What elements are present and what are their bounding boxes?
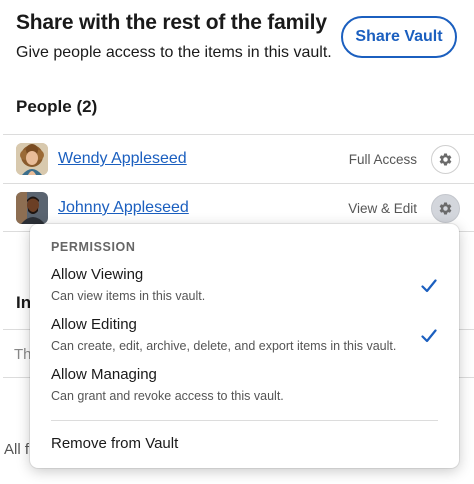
person-settings-button[interactable] bbox=[431, 145, 460, 174]
menu-item-allow-managing[interactable]: Allow Managing Can grant and revoke acce… bbox=[30, 366, 459, 416]
page-subtitle: Give people access to the items in this … bbox=[16, 44, 332, 61]
menu-divider bbox=[51, 420, 438, 421]
person-name-link[interactable]: Wendy Appleseed bbox=[58, 150, 187, 168]
option-description: Can grant and revoke access to this vaul… bbox=[51, 389, 284, 403]
access-level-label: Full Access bbox=[348, 152, 417, 167]
menu-section-header: PERMISSION bbox=[51, 240, 136, 254]
avatar-wendy-image bbox=[16, 143, 48, 175]
avatar-johnny-image bbox=[16, 192, 48, 224]
page-title: Share with the rest of the family bbox=[16, 11, 327, 34]
people-list: Wendy Appleseed Full Access Johnny Apple… bbox=[3, 134, 474, 232]
menu-item-allow-viewing[interactable]: Allow Viewing Can view items in this vau… bbox=[30, 266, 459, 316]
option-title: Allow Editing bbox=[51, 316, 137, 333]
background-footer-text: All f bbox=[4, 441, 30, 458]
person-settings-button[interactable] bbox=[431, 194, 460, 223]
checkmark-icon bbox=[421, 279, 437, 293]
gear-icon bbox=[439, 202, 452, 215]
vault-sharing-page: Share with the rest of the family Give p… bbox=[0, 0, 474, 484]
avatar bbox=[16, 143, 48, 175]
share-vault-button[interactable]: Share Vault bbox=[341, 16, 457, 58]
people-heading: People (2) bbox=[16, 97, 98, 116]
access-level-label: View & Edit bbox=[348, 201, 417, 216]
person-row-wendy: Wendy Appleseed Full Access bbox=[3, 134, 474, 183]
background-text: Th bbox=[14, 346, 32, 363]
option-title: Allow Managing bbox=[51, 366, 157, 383]
option-description: Can view items in this vault. bbox=[51, 289, 206, 303]
option-title: Allow Viewing bbox=[51, 266, 144, 283]
permission-menu: PERMISSION Allow Viewing Can view items … bbox=[30, 224, 459, 468]
remove-from-vault-item[interactable]: Remove from Vault bbox=[51, 435, 178, 452]
gear-icon bbox=[439, 153, 452, 166]
menu-item-allow-editing[interactable]: Allow Editing Can create, edit, archive,… bbox=[30, 316, 459, 366]
checkmark-icon bbox=[421, 329, 437, 343]
avatar bbox=[16, 192, 48, 224]
person-name-link[interactable]: Johnny Appleseed bbox=[58, 199, 189, 217]
option-description: Can create, edit, archive, delete, and e… bbox=[51, 339, 397, 353]
background-section-heading: In bbox=[16, 293, 32, 312]
